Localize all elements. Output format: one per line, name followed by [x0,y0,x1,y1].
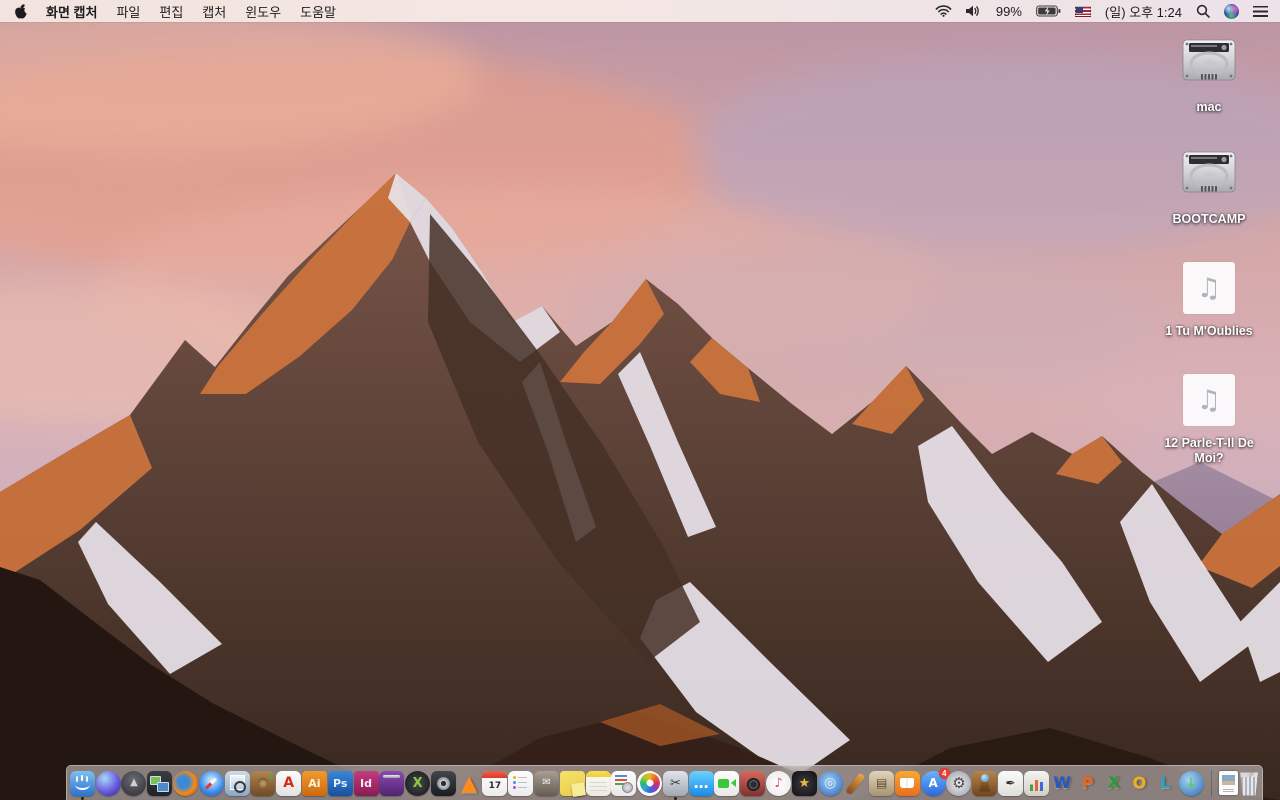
apple-logo-icon [15,4,27,19]
vlc-dock-icon[interactable]: ▲ [457,771,482,796]
dvd-player-dock-icon[interactable]: ◎ [817,770,843,796]
app-store-dock-icon[interactable]: A4 [920,767,950,796]
lync-dock-icon[interactable]: L [1153,771,1178,796]
menu-item-3[interactable]: 캡처 [202,2,226,21]
menu-bar: 화면 캡처 파일 편집 캡처 윈도우 도움말 99% (일) 오후 1:24 [0,0,1280,22]
desktop-icon-music-file-2[interactable]: ♫ 12 Parle-T-Il De Moi? [1148,374,1270,486]
preview-dock-icon[interactable] [224,770,250,796]
system-preferences-dock-icon[interactable]: ⚙ [946,770,972,796]
mission-control-dock-icon[interactable] [147,770,173,796]
desktop-icon-mac-volume[interactable]: mac [1148,38,1270,150]
reminders-dock-icon[interactable] [508,770,534,796]
desktop-icon-label: 12 Parle-T-Il De Moi? [1164,436,1254,465]
spotlight-search-icon[interactable] [1196,4,1210,18]
docs-seal-dock-icon[interactable] [611,770,637,796]
photo-booth-dock-icon[interactable] [740,770,766,796]
keynote-dock-icon[interactable] [972,770,998,796]
excel-dock-icon[interactable]: X [1101,771,1126,796]
pages-dock-icon[interactable]: ✒ [998,770,1024,796]
imovie-dock-icon[interactable]: ★ [791,770,817,796]
menu-item-2[interactable]: 편집 [159,2,183,21]
audio-file-icon: ♫ [1183,262,1235,320]
menu-items: 파일 편집 캡처 윈도우 도움말 [97,2,336,21]
siri-icon[interactable] [1224,3,1239,19]
music-note-icon: ♫ [1196,384,1222,416]
menu-bar-status: 99% (일) 오후 1:24 [935,0,1268,22]
us-flag-input-source-icon[interactable] [1074,5,1091,17]
notification-center-icon[interactable] [1253,5,1268,17]
stickies-dock-icon[interactable] [559,770,585,796]
garageband-dock-icon[interactable] [843,771,868,796]
scrapbook-dock-icon[interactable]: ▤ [869,770,895,796]
battery-percent: 99% [995,3,1022,19]
siri-dock-icon[interactable] [95,770,121,796]
acrobat-reader-dock-icon[interactable]: A [276,770,302,796]
photoshop-dock-icon[interactable]: Ps [327,770,353,796]
mail-press-dock-icon[interactable]: ✉ [533,770,559,796]
desktop-icon-label: mac [1196,100,1222,114]
disk-fan-dock-icon[interactable] [430,770,456,796]
word-dock-icon[interactable]: W [1050,771,1075,796]
trash-dock-icon[interactable] [1240,772,1258,796]
desktop-icon-label: 1 Tu M'Oublies [1165,324,1253,338]
battery-icon[interactable] [1036,5,1061,17]
desktop-icon-label: BOOTCAMP [1172,212,1246,226]
image-file-dock-icon[interactable] [1219,771,1239,795]
apple-menu[interactable] [14,3,28,19]
desktop-icons: mac BOOTCAMP ♫ 1 Tu M'Oublies ♫ 12 Parle-T-Il… [1148,22,1270,486]
dock: ▲ A Ai Ps Id X ▲ 17 ✉ ✂… ♪ ★ ◎ ▤ A 4 ⚙ ✒ W P X O L ↓ [66,765,1263,800]
wifi-icon[interactable] [935,5,952,17]
launchpad-dock-icon[interactable]: ▲ [121,770,147,796]
safari-dock-icon[interactable] [198,770,224,796]
facetime-dock-icon[interactable] [714,770,740,796]
menu-item-5[interactable]: 도움말 [300,2,336,21]
hard-drive-icon [1181,38,1237,96]
running-indicator [673,796,677,800]
grab-dock-icon[interactable]: ✂ [662,770,688,800]
running-indicator [80,796,84,800]
desktop-icon-music-file-1[interactable]: ♫ 1 Tu M'Oublies [1148,262,1270,374]
menu-item-1[interactable]: 파일 [116,2,140,21]
outlook-dock-icon[interactable]: O [1127,771,1152,796]
downloads-globe-dock-icon[interactable]: ↓ [1178,770,1204,796]
calendar-dock-icon[interactable]: 17 [482,770,508,796]
dock-divider [1210,769,1212,797]
clock[interactable]: (일) 오후 1:24 [1105,2,1182,21]
contacts-dock-icon[interactable] [250,770,276,796]
toast-dock-icon[interactable] [379,770,405,796]
desktop-icon-bootcamp-volume[interactable]: BOOTCAMP [1148,150,1270,262]
hard-drive-icon [1181,150,1237,208]
ibooks-dock-icon[interactable] [894,770,920,796]
firefox-dock-icon[interactable] [173,770,199,796]
photos-dock-icon[interactable] [637,770,663,796]
powerpoint-dock-icon[interactable]: P [1075,771,1100,796]
menu-item-4[interactable]: 윈도우 [245,2,281,21]
volume-icon[interactable] [965,5,982,17]
music-note-icon: ♫ [1196,272,1222,304]
finder-dock-icon[interactable] [69,770,95,800]
active-app-menu[interactable]: 화면 캡처 [46,2,97,21]
audio-file-icon: ♫ [1183,374,1235,432]
menu-bar-left: 화면 캡처 파일 편집 캡처 윈도우 도움말 [14,0,336,22]
illustrator-dock-icon[interactable]: Ai [301,770,327,796]
messages-dock-icon[interactable]: … [688,770,714,796]
xbmc-dock-icon[interactable]: X [405,770,431,796]
indesign-dock-icon[interactable]: Id [353,770,379,796]
numbers-dock-icon[interactable] [1023,770,1049,796]
notes-dock-icon[interactable] [585,770,611,796]
desktop-wallpaper [0,22,1280,800]
itunes-dock-icon[interactable]: ♪ [766,770,792,796]
